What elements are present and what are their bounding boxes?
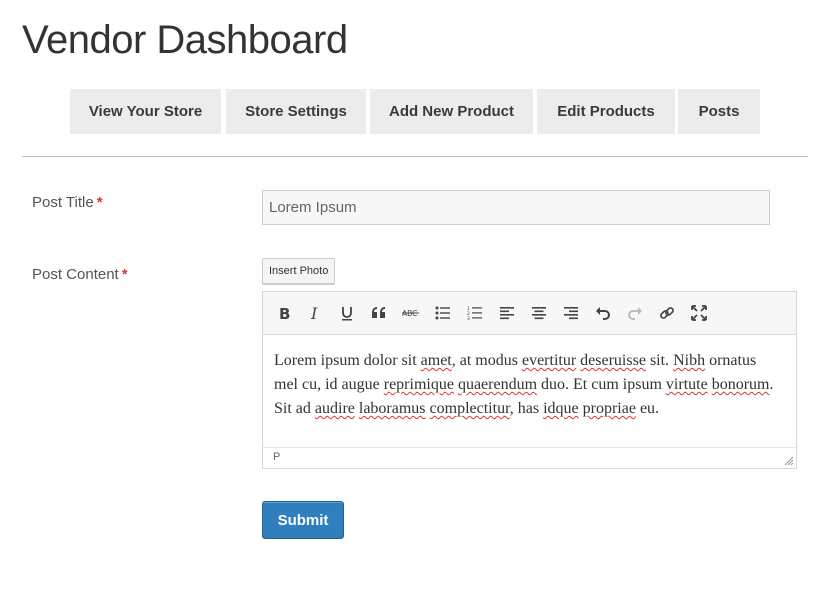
align-left-icon[interactable] [496,302,518,324]
insert-photo-button[interactable]: Insert Photo [262,258,336,284]
editor-statusbar: P [263,447,796,468]
svg-text:3: 3 [467,316,470,320]
misspelled-word: evertitur [521,352,577,369]
strikethrough-icon[interactable]: ABC [400,302,422,324]
post-content-label: Post Content * [32,266,128,283]
editor-toolbar: B I ABC 123 [263,292,796,335]
misspelled-word: propriae [582,400,636,417]
misspelled-word: quaerendum [457,376,538,393]
required-marker: * [121,266,128,283]
misspelled-word: audire [314,400,355,417]
resize-handle-icon[interactable] [784,456,794,466]
align-right-icon[interactable] [560,302,582,324]
misspelled-word: idque [543,400,579,417]
submit-button[interactable]: Submit [262,501,344,539]
fullscreen-icon[interactable] [688,302,710,324]
redo-icon[interactable] [624,302,646,324]
nav-posts-button[interactable]: Posts [678,89,760,134]
nav-add-new-product-button[interactable]: Add New Product [370,89,533,134]
svg-text:I: I [310,305,318,321]
nav-view-your-store-button[interactable]: View Your Store [70,89,221,134]
misspelled-word: laboramus [358,400,426,417]
post-title-input[interactable] [262,190,770,225]
page-title: Vendor Dashboard [22,18,348,62]
misspelled-word: deseruisse [580,352,646,369]
blockquote-icon[interactable] [368,302,390,324]
misspelled-word: bonorum [711,376,770,393]
nav-edit-products-button[interactable]: Edit Products [537,89,675,134]
editor-content[interactable]: Lorem ipsum dolor sit amet, at modus eve… [274,349,779,421]
misspelled-word: virtute [665,376,708,393]
undo-icon[interactable] [592,302,614,324]
nav-store-settings-button[interactable]: Store Settings [226,89,366,134]
section-divider [22,156,808,157]
misspelled-word: amet [420,352,452,369]
numbered-list-icon[interactable]: 123 [464,302,486,324]
post-title-label: Post Title * [32,194,103,211]
misspelled-word: Nibh [673,352,706,369]
link-icon[interactable] [656,302,678,324]
element-path[interactable]: P [273,451,280,463]
italic-icon[interactable]: I [304,302,326,324]
underline-icon[interactable] [336,302,358,324]
svg-text:B: B [279,305,290,321]
align-center-icon[interactable] [528,302,550,324]
bold-icon[interactable]: B [273,302,295,324]
bullet-list-icon[interactable] [432,302,454,324]
misspelled-word: reprimique [383,376,454,393]
post-content-editor: B I ABC 123 Lorem ipsum dolor sit amet, … [262,291,797,469]
misspelled-word: complectitur [429,400,510,417]
required-marker: * [96,194,103,211]
